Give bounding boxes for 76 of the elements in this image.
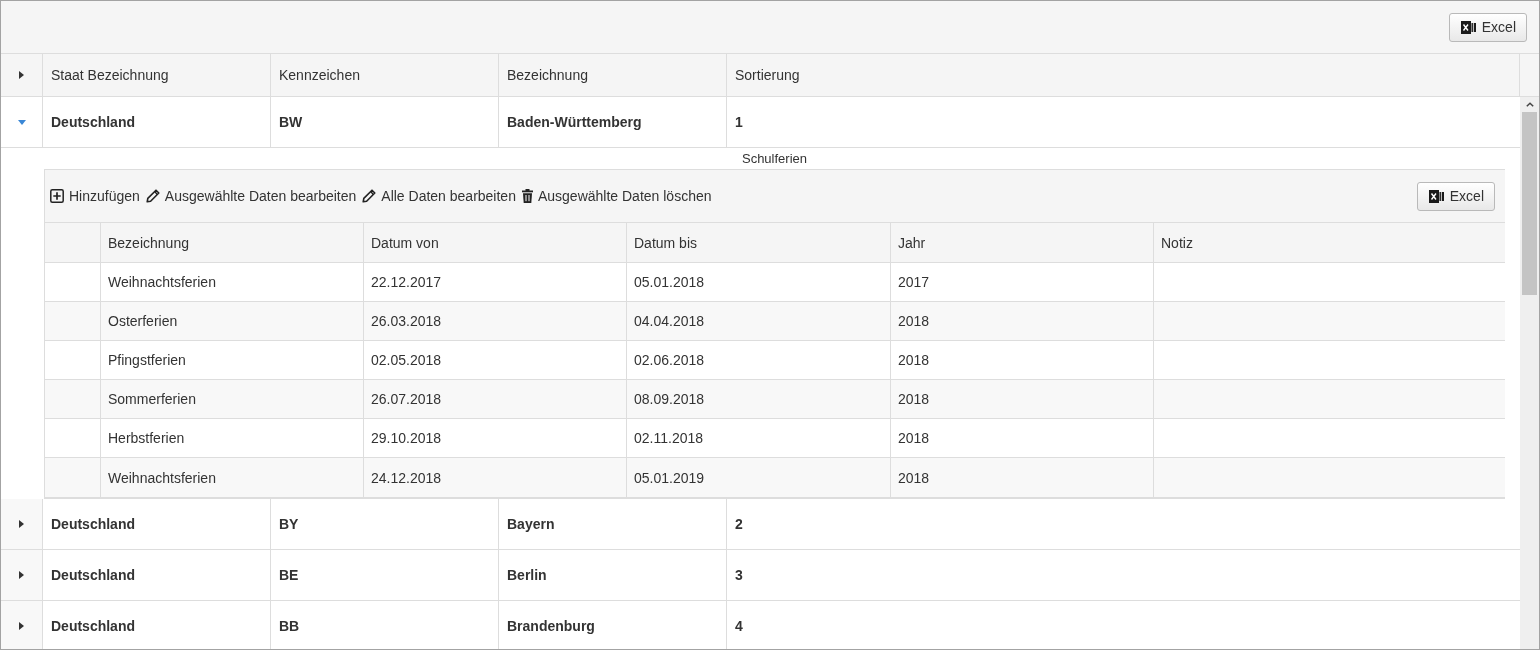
table-cell: Brandenburg: [499, 601, 727, 649]
table-cell: Baden-Württemberg: [499, 97, 727, 147]
table-row[interactable]: Weihnachtsferien 22.12.2017 05.01.2018 2017: [45, 263, 1505, 302]
table-cell: Deutschland: [43, 97, 271, 147]
table-cell: 2017: [891, 263, 1154, 301]
edit-button[interactable]: Alle Daten bearbeiten: [362, 188, 516, 204]
column-header[interactable]: Datum bis: [627, 223, 891, 262]
column-header[interactable]: Bezeichnung: [101, 223, 364, 262]
table-cell: 26.03.2018: [364, 302, 627, 340]
table-cell: 2018: [891, 419, 1154, 457]
table-cell: 05.01.2018: [627, 263, 891, 301]
table-cell: Weihnachtsferien: [101, 263, 364, 301]
column-header[interactable]: Kennzeichen: [271, 54, 499, 96]
table-cell: 2018: [891, 341, 1154, 379]
scrollbar-thumb[interactable]: [1522, 112, 1537, 295]
table-cell: 02.06.2018: [627, 341, 891, 379]
caret-right-icon[interactable]: [19, 622, 24, 630]
table-cell: 24.12.2018: [364, 458, 627, 497]
trash-icon: [521, 189, 533, 203]
table-cell: 05.01.2019: [627, 458, 891, 497]
table-cell-text: 4: [734, 617, 744, 636]
add-button[interactable]: Hinzufügen: [50, 188, 140, 204]
table-cell: Deutschland: [43, 601, 271, 649]
table-cell: Berlin: [499, 550, 727, 600]
table-row[interactable]: Herbstferien 29.10.2018 02.11.2018 2018: [45, 419, 1505, 458]
caret-right-icon[interactable]: [19, 71, 24, 79]
table-cell-text: 1: [734, 113, 744, 132]
table-cell: 02.05.2018: [364, 341, 627, 379]
column-header[interactable]: Notiz: [1154, 223, 1505, 262]
pencil-icon: [362, 189, 377, 203]
table-cell: 2018: [891, 302, 1154, 340]
table-cell: Weihnachtsferien: [101, 458, 364, 497]
table-row[interactable]: Pfingstferien 02.05.2018 02.06.2018 2018: [45, 341, 1505, 380]
caret-down-icon[interactable]: [17, 119, 26, 125]
excel-export-button[interactable]: Excel: [1448, 12, 1527, 42]
table-cell: 02.11.2018: [627, 419, 891, 457]
column-header[interactable]: Bezeichnung: [499, 54, 727, 96]
column-header[interactable]: Jahr: [891, 223, 1154, 262]
caret-right-icon[interactable]: [19, 571, 24, 579]
table-cell: Osterferien: [101, 302, 364, 340]
plus-icon: [50, 189, 64, 203]
table-row[interactable]: Osterferien 26.03.2018 04.04.2018 2018: [45, 302, 1505, 341]
table-cell: Herbstferien: [101, 419, 364, 457]
table-cell: 2018: [891, 380, 1154, 418]
edit-button[interactable]: Ausgewählte Daten bearbeiten: [145, 188, 357, 204]
table-cell: 08.09.2018: [627, 380, 891, 418]
table-row[interactable]: Weihnachtsferien 24.12.2018 05.01.2019 2018: [45, 458, 1505, 497]
table-row[interactable]: Sommerferien 26.07.2018 08.09.2018 2018: [45, 380, 1505, 419]
table-cell: Sommerferien: [101, 380, 364, 418]
excel-icon: [1428, 189, 1444, 203]
caret-up-icon[interactable]: [1525, 102, 1534, 107]
table-cell: 22.12.2017: [364, 263, 627, 301]
scrollbar[interactable]: [1520, 97, 1539, 649]
table-cell: BE: [271, 550, 499, 600]
table-cell: Deutschland: [43, 499, 271, 549]
excel-export-button[interactable]: Excel: [1416, 181, 1495, 211]
table-cell-text: 3: [734, 566, 744, 585]
table-cell: BW: [271, 97, 499, 147]
column-header[interactable]: Sortierung: [727, 54, 1519, 96]
table-cell: BY: [271, 499, 499, 549]
table-cell: 26.07.2018: [364, 380, 627, 418]
table-cell: 2018: [891, 458, 1154, 497]
table-cell: 29.10.2018: [364, 419, 627, 457]
table-cell: 04.04.2018: [627, 302, 891, 340]
table-cell: Deutschland: [43, 550, 271, 600]
column-header[interactable]: Datum von: [364, 223, 627, 262]
table-cell: Bayern: [499, 499, 727, 549]
column-header[interactable]: Staat Bezeichnung: [43, 54, 271, 96]
caret-right-icon[interactable]: [19, 520, 24, 528]
table-cell-text: 2: [734, 515, 744, 534]
table-cell: BB: [271, 601, 499, 649]
delete-button[interactable]: Ausgewählte Daten löschen: [521, 188, 712, 204]
pencil-icon: [145, 189, 160, 203]
excel-icon: [1460, 20, 1476, 34]
table-cell: Pfingstferien: [101, 341, 364, 379]
grid-title: Schulferien: [741, 151, 807, 166]
